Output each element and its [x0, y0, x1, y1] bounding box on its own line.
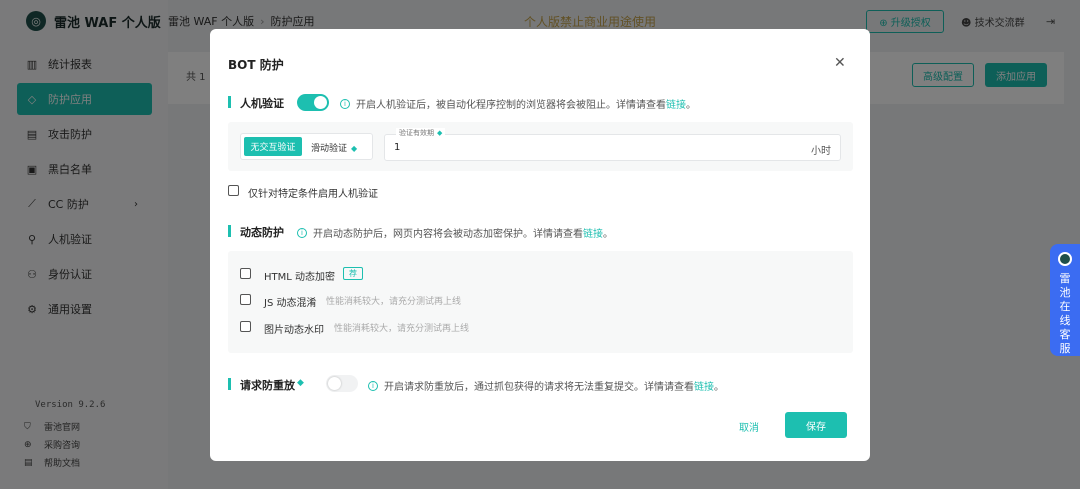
- dialog-title: BOT 防护: [228, 58, 284, 72]
- dynamic-section-title: 动态防护: [240, 226, 284, 239]
- specific-condition-label[interactable]: 仅针对特定条件启用人机验证: [248, 185, 378, 200]
- mode-slider-button[interactable]: 滑动验证 ◆: [311, 141, 357, 154]
- captcha-info-end: 。: [686, 100, 696, 111]
- captcha-info-text: 开启人机验证后，被自动化程序控制的浏览器将会被阻止。详情请查看: [356, 100, 666, 111]
- replay-toggle[interactable]: [326, 375, 358, 392]
- validity-unit: 小时: [811, 146, 831, 157]
- image-watermark-checkbox[interactable]: [240, 321, 251, 332]
- image-watermark-hint: 性能消耗较大，请充分测试再上线: [334, 324, 470, 334]
- validity-label: 验证有效期 ◆: [396, 128, 446, 138]
- js-obfuscate-hint: 性能消耗较大，请充分测试再上线: [326, 297, 462, 307]
- replay-info-end: 。: [714, 382, 724, 393]
- validity-input[interactable]: [384, 134, 841, 161]
- dynamic-info: i 开启动态防护后，网页内容将会被动态加密保护。详情请查看 链接。: [297, 225, 613, 240]
- info-icon: i: [368, 380, 378, 391]
- html-encrypt-label[interactable]: HTML 动态加密: [264, 268, 335, 283]
- image-watermark-label[interactable]: 图片动态水印: [264, 321, 324, 336]
- js-obfuscate-checkbox[interactable]: [240, 294, 251, 305]
- js-obfuscate-label[interactable]: JS 动态混淆: [264, 294, 316, 309]
- captcha-info: i 开启人机验证后，被自动化程序控制的浏览器将会被阻止。详情请查看 链接。: [340, 96, 696, 111]
- specific-condition-checkbox[interactable]: [228, 185, 239, 196]
- validity-label-text: 验证有效期: [399, 129, 434, 137]
- section-marker: [228, 96, 231, 108]
- recommended-badge: 荐: [343, 267, 363, 280]
- captcha-toggle[interactable]: [297, 94, 329, 111]
- replay-info: i 开启请求防重放后，通过抓包获得的请求将无法重复提交。详情请查看 链接。: [368, 378, 724, 393]
- dynamic-doc-link[interactable]: 链接: [583, 225, 603, 240]
- dynamic-options-panel: [228, 251, 853, 353]
- replay-info-text: 开启请求防重放后，通过抓包获得的请求将无法重复提交。详情请查看: [384, 382, 694, 393]
- mode-no-interaction-button[interactable]: 无交互验证: [244, 137, 302, 156]
- dynamic-info-text: 开启动态防护后，网页内容将会被动态加密保护。详情请查看: [313, 229, 583, 240]
- toggle-knob: [314, 96, 327, 109]
- toggle-knob: [328, 377, 341, 390]
- captcha-section-title: 人机验证: [240, 97, 284, 110]
- captcha-mode-selector: 无交互验证 滑动验证 ◆: [240, 133, 373, 160]
- replay-doc-link[interactable]: 链接: [694, 378, 714, 393]
- premium-icon: ◆: [351, 144, 358, 153]
- info-icon: i: [340, 98, 350, 109]
- premium-icon: ◆: [297, 378, 304, 388]
- online-support-button[interactable]: 雷池在线客服: [1050, 244, 1080, 356]
- replay-section-title: 请求防重放: [240, 379, 295, 392]
- support-icon: [1058, 252, 1072, 266]
- bot-protection-dialog: BOT 防护 ✕ 人机验证 i 开启人机验证后，被自动化程序控制的浏览器将会被阻…: [210, 29, 870, 461]
- premium-icon: ◆: [437, 129, 443, 137]
- section-marker: [228, 378, 231, 390]
- close-icon[interactable]: ✕: [834, 55, 846, 71]
- section-marker: [228, 225, 231, 237]
- cancel-button[interactable]: 取消: [739, 419, 759, 434]
- mode-slider-label: 滑动验证: [311, 144, 348, 154]
- html-encrypt-checkbox[interactable]: [240, 268, 251, 279]
- save-button[interactable]: 保存: [785, 412, 847, 438]
- validity-value[interactable]: 1: [394, 142, 400, 153]
- captcha-doc-link[interactable]: 链接: [666, 96, 686, 111]
- dynamic-info-end: 。: [603, 229, 613, 240]
- info-icon: i: [297, 227, 307, 238]
- online-support-label: 雷池在线客服: [1059, 272, 1071, 355]
